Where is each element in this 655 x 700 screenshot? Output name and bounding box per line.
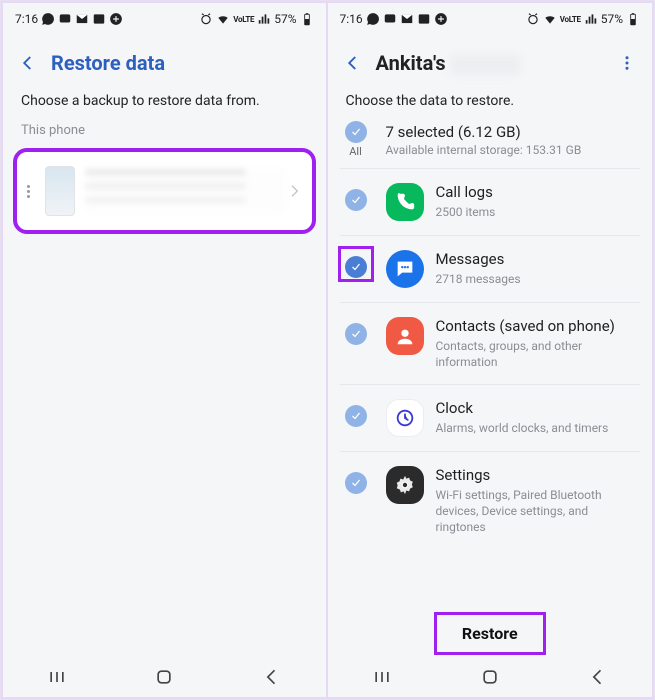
signal-icon [257, 12, 271, 26]
restore-list: Call logs 2500 items Messages 2718 messa… [328, 169, 653, 608]
back-icon[interactable] [19, 54, 37, 72]
list-item[interactable]: Call logs 2500 items [328, 169, 653, 235]
select-all-checkbox[interactable] [345, 121, 367, 143]
whatsapp-icon [366, 12, 380, 26]
gallery-icon [92, 12, 106, 26]
back-icon[interactable] [344, 54, 362, 72]
plus-icon [109, 12, 123, 26]
device-thumbnail [45, 166, 75, 216]
list-item[interactable]: Contacts (saved on phone) Contacts, grou… [328, 303, 653, 384]
status-time: 7:16 [15, 12, 38, 26]
list-item[interactable]: Settings Wi-Fi settings, Paired Bluetoot… [328, 452, 653, 549]
item-sub: Contacts, groups, and other information [436, 338, 637, 370]
list-item[interactable]: Clock Alarms, world clocks, and timers [328, 385, 653, 451]
select-all-label: All [349, 145, 362, 158]
status-time: 7:16 [340, 12, 363, 26]
list-item[interactable]: Messages 2718 messages [328, 236, 653, 302]
item-sub: Alarms, world clocks, and timers [436, 420, 637, 436]
item-title: Call logs [436, 183, 637, 202]
gmail-icon [400, 12, 414, 26]
status-battery: 57% [601, 12, 623, 26]
summary-main: 7 selected (6.12 GB) [386, 123, 637, 141]
summary-sub: Available internal storage: 153.31 GB [386, 143, 637, 157]
gmail-icon [75, 12, 89, 26]
wifi-icon [543, 12, 557, 26]
nav-back-icon[interactable] [588, 667, 608, 687]
restore-button[interactable]: Restore [436, 614, 544, 653]
nav-back-icon[interactable] [262, 667, 282, 687]
dialog-icon [383, 12, 397, 26]
nav-recents-icon[interactable] [372, 667, 392, 687]
nav-bar [3, 661, 326, 697]
nav-bar [328, 661, 653, 697]
nav-recents-icon[interactable] [47, 667, 67, 687]
wifi-icon [216, 12, 230, 26]
item-sub: 2500 items [436, 204, 637, 220]
status-bar: 7:16 VoLTE 57% [3, 3, 326, 31]
alarm-icon [526, 12, 540, 26]
plus-icon [434, 12, 448, 26]
section-label: This phone [3, 113, 326, 142]
phone-icon [386, 183, 424, 221]
more-options-icon[interactable] [618, 54, 636, 72]
drag-handle-icon [27, 185, 39, 198]
status-bar: 7:16 VoLTE 57% [328, 3, 653, 31]
battery-icon [626, 12, 640, 26]
gallery-icon [417, 12, 431, 26]
device-name-redacted [450, 55, 520, 75]
item-sub: Wi-Fi settings, Paired Bluetooth devices… [436, 487, 637, 536]
item-checkbox[interactable] [345, 323, 367, 345]
item-checkbox[interactable] [345, 256, 367, 278]
item-checkbox[interactable] [345, 189, 367, 211]
clock-icon [386, 399, 424, 437]
alarm-icon [199, 12, 213, 26]
item-title: Settings [436, 466, 637, 485]
action-bar: Restore [328, 608, 653, 661]
dialog-icon [58, 12, 72, 26]
header: Ankita's [328, 31, 653, 83]
page-title: Restore data [51, 51, 165, 75]
battery-icon [300, 12, 314, 26]
selection-summary: All 7 selected (6.12 GB) Available inter… [328, 113, 653, 168]
gear-icon [386, 466, 424, 504]
contacts-icon [386, 317, 424, 355]
whatsapp-icon [41, 12, 55, 26]
status-battery: 57% [274, 12, 296, 26]
nav-home-icon[interactable] [154, 667, 174, 687]
volte-icon: VoLTE [560, 15, 581, 24]
item-sub: 2718 messages [436, 271, 637, 287]
page-title: Ankita's [376, 51, 520, 75]
phone-screen-right: 7:16 VoLTE 57% Ankita's Choose the data … [328, 1, 655, 699]
backup-card[interactable] [15, 150, 314, 232]
chevron-right-icon [286, 183, 302, 199]
phone-screen-left: 7:16 VoLTE 57% Restore data Choose a bac… [1, 1, 328, 699]
page-subtitle: Choose a backup to restore data from. [3, 83, 326, 113]
signal-icon [584, 12, 598, 26]
header: Restore data [3, 31, 326, 83]
nav-home-icon[interactable] [480, 667, 500, 687]
volte-icon: VoLTE [233, 15, 254, 24]
messages-icon [386, 250, 424, 288]
item-title: Messages [436, 250, 637, 269]
page-subtitle: Choose the data to restore. [328, 83, 653, 113]
item-checkbox[interactable] [345, 405, 367, 427]
item-title: Clock [436, 399, 637, 418]
item-checkbox[interactable] [345, 472, 367, 494]
backup-details-redacted [85, 169, 286, 213]
item-title: Contacts (saved on phone) [436, 317, 637, 336]
